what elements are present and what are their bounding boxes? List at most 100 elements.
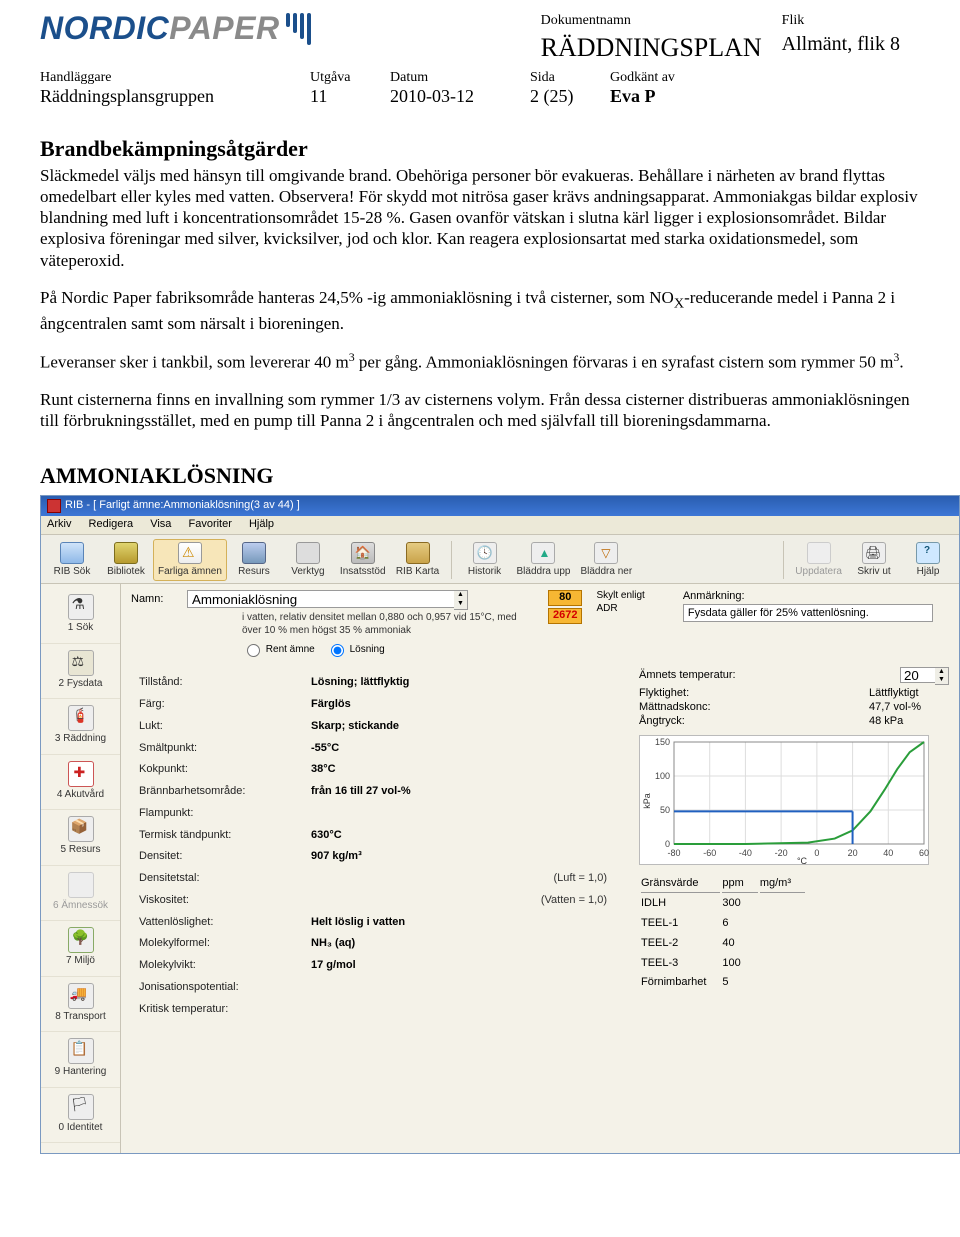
svg-text:0: 0 [665, 839, 670, 849]
toolbar-bladdra-upp[interactable]: Bläddra upp [512, 539, 576, 582]
limit-row: Förnimbarhet5 [641, 974, 805, 992]
property-table: Tillstånd:Lösning; lättflyktigFärg:Färgl… [131, 671, 619, 1021]
meta-utgava-label: Utgåva [310, 70, 390, 86]
name-input[interactable] [187, 590, 455, 608]
anm-input[interactable]: Fysdata gäller för 25% vattenlösning. [683, 604, 933, 622]
sidebar-item-fysdata[interactable]: 2 Fysdata [41, 644, 120, 700]
prop-row: Jonisationspotential: [133, 978, 617, 998]
prop-row: Brännbarhetsområde:från 16 till 27 vol-% [133, 782, 617, 802]
meta-sida-label: Sida [530, 70, 610, 86]
adr-2672: 2672 [548, 608, 582, 624]
meta-datum: 2010-03-12 [390, 86, 530, 107]
i-update-icon [807, 542, 831, 564]
sidebar-item-identitet[interactable]: 0 Identitet [41, 1088, 120, 1144]
vapor-pressure-chart: -80-60-40-200204060050100150°CkPa [639, 735, 929, 865]
toolbar-rib-karta[interactable]: RIB Karta [391, 539, 445, 582]
heading-brand: Brandbekämpningsåtgärder [40, 135, 920, 163]
right-row: Mättnadskonc:47,7 vol-% [639, 701, 949, 715]
prop-row: Viskositet:(Vatten = 1,0) [133, 891, 617, 911]
i-tree-icon [68, 927, 94, 953]
toolbar-insatsstod[interactable]: Insatsstöd [335, 539, 391, 582]
sidebar-item-raddning[interactable]: 3 Räddning [41, 699, 120, 755]
svg-text:0: 0 [814, 848, 819, 858]
meta-handlaggare: Räddningsplansgruppen [40, 86, 310, 107]
i-print-icon [862, 542, 886, 564]
limit-row: TEEL-3100 [641, 955, 805, 973]
prop-row: Flampunkt: [133, 804, 617, 824]
i-down-icon [594, 542, 618, 564]
temp-stepper[interactable]: ▲▼ [935, 667, 949, 685]
prop-row: Vattenlöslighet:Helt löslig i vatten [133, 913, 617, 933]
doc-subheader: Handläggare Utgåva Datum Sida Godkänt av… [40, 70, 920, 107]
doc-header: NORDICPAPER Dokumentnamn Flik RÄDDNINGSP… [40, 10, 920, 66]
menu-hjalp[interactable]: Hjälp [249, 518, 274, 530]
sidebar-item-akutvard[interactable]: 4 Akutvård [41, 755, 120, 811]
name-subdesc: i vatten, relativ densitet mellan 0,880 … [242, 612, 532, 637]
menu-redigera[interactable]: Redigera [89, 518, 134, 530]
radio-losning[interactable]: Lösning [326, 644, 385, 655]
prop-row: Termisk tändpunkt:630°C [133, 826, 617, 846]
meta-datum-label: Datum [390, 70, 530, 86]
i-book-icon [114, 542, 138, 564]
meta-handlaggare-label: Handläggare [40, 70, 310, 86]
prop-row: Molekylformel:NH₃ (aq) [133, 934, 617, 954]
toolbar-rib-sok[interactable]: RIB Sök [45, 539, 99, 582]
toolbar-bladdra-ner[interactable]: Bläddra ner [575, 539, 637, 582]
sidebar-item-resurs2[interactable]: 5 Resurs [41, 810, 120, 866]
meta-flik: Allmänt, flik 8 [782, 32, 918, 64]
sidebar-item-hantering[interactable]: 9 Hantering [41, 1032, 120, 1088]
sidebar: 1 Sök2 Fysdata3 Räddning4 Akutvård5 Resu… [41, 584, 121, 1153]
window-titlebar: RIB - [ Farligt ämne:Ammoniaklösning(3 a… [41, 496, 959, 516]
svg-text:-40: -40 [739, 848, 752, 858]
type-radio-row: Rent ämne Lösning [242, 641, 532, 657]
limit-row: TEEL-16 [641, 915, 805, 933]
prop-row: Lukt:Skarp; stickande [133, 717, 617, 737]
limit-row: IDLH300 [641, 895, 805, 913]
radio-rent[interactable]: Rent ämne [242, 644, 315, 655]
svg-text:150: 150 [655, 737, 670, 747]
para-4: Runt cisternerna finns en invallning som… [40, 389, 920, 432]
prop-row: Tillstånd:Lösning; lättflyktig [133, 673, 617, 693]
prop-row: Kokpunkt:38°C [133, 760, 617, 780]
svg-text:20: 20 [848, 848, 858, 858]
toolbar-verktyg[interactable]: Verktyg [281, 539, 335, 582]
doc-meta: Dokumentnamn Flik RÄDDNINGSPLAN Allmänt,… [539, 10, 920, 66]
toolbar-resurs[interactable]: Resurs [227, 539, 281, 582]
i-hand-icon [68, 1038, 94, 1064]
i-map-icon [406, 542, 430, 564]
nox-sub: X [674, 295, 684, 311]
i-flask-icon [68, 594, 94, 620]
rib-app: RIB - [ Farligt ämne:Ammoniaklösning(3 a… [40, 495, 960, 1154]
i-resc-icon [68, 705, 94, 731]
menu-favoriter[interactable]: Favoriter [188, 518, 231, 530]
adr-block: 80 2672 [548, 590, 582, 624]
temp-label: Ämnets temperatur: [639, 669, 769, 683]
right-block: Ämnets temperatur: ▲▼ Flyktighet:Lättfly… [639, 667, 949, 728]
i-tools-icon [296, 542, 320, 564]
logo: NORDICPAPER [40, 10, 311, 47]
toolbar-uppdatera[interactable]: Uppdatera [790, 539, 847, 582]
anm-label: Anmärkning: [683, 590, 949, 604]
menu-visa[interactable]: Visa [150, 518, 171, 530]
svg-text:-60: -60 [703, 848, 716, 858]
logo-bars-icon [286, 13, 311, 45]
temp-input[interactable] [900, 667, 936, 683]
sidebar-item-transport[interactable]: 8 Transport [41, 977, 120, 1033]
toolbar-farliga[interactable]: Farliga ämnen [153, 539, 227, 582]
toolbar-historik[interactable]: Historik [458, 539, 512, 582]
menubar[interactable]: Arkiv Redigera Visa Favoriter Hjälp [41, 516, 959, 535]
svg-text:kPa: kPa [642, 793, 652, 809]
sidebar-item-miljo[interactable]: 7 Miljö [41, 921, 120, 977]
right-row: Flyktighet:Lättflyktigt [639, 687, 949, 701]
name-stepper[interactable]: ▲▼ [454, 590, 468, 610]
toolbar-bibliotek[interactable]: Bibliotek [99, 539, 153, 582]
heading-ammoniak: AMMONIAKLÖSNING [40, 462, 920, 490]
toolbar-hjalp[interactable]: Hjälp [901, 539, 955, 582]
doc-body: Brandbekämpningsåtgärder Släckmedel välj… [40, 135, 920, 1154]
toolbar-skriv-ut[interactable]: Skriv ut [847, 539, 901, 582]
menu-arkiv[interactable]: Arkiv [47, 518, 71, 530]
sidebar-item-sok[interactable]: 1 Sök [41, 588, 120, 644]
prop-row: Kritisk temperatur: [133, 1000, 617, 1020]
meta-godkant-label: Godkänt av [610, 70, 920, 86]
logo-nordic: NORDIC [40, 10, 169, 47]
